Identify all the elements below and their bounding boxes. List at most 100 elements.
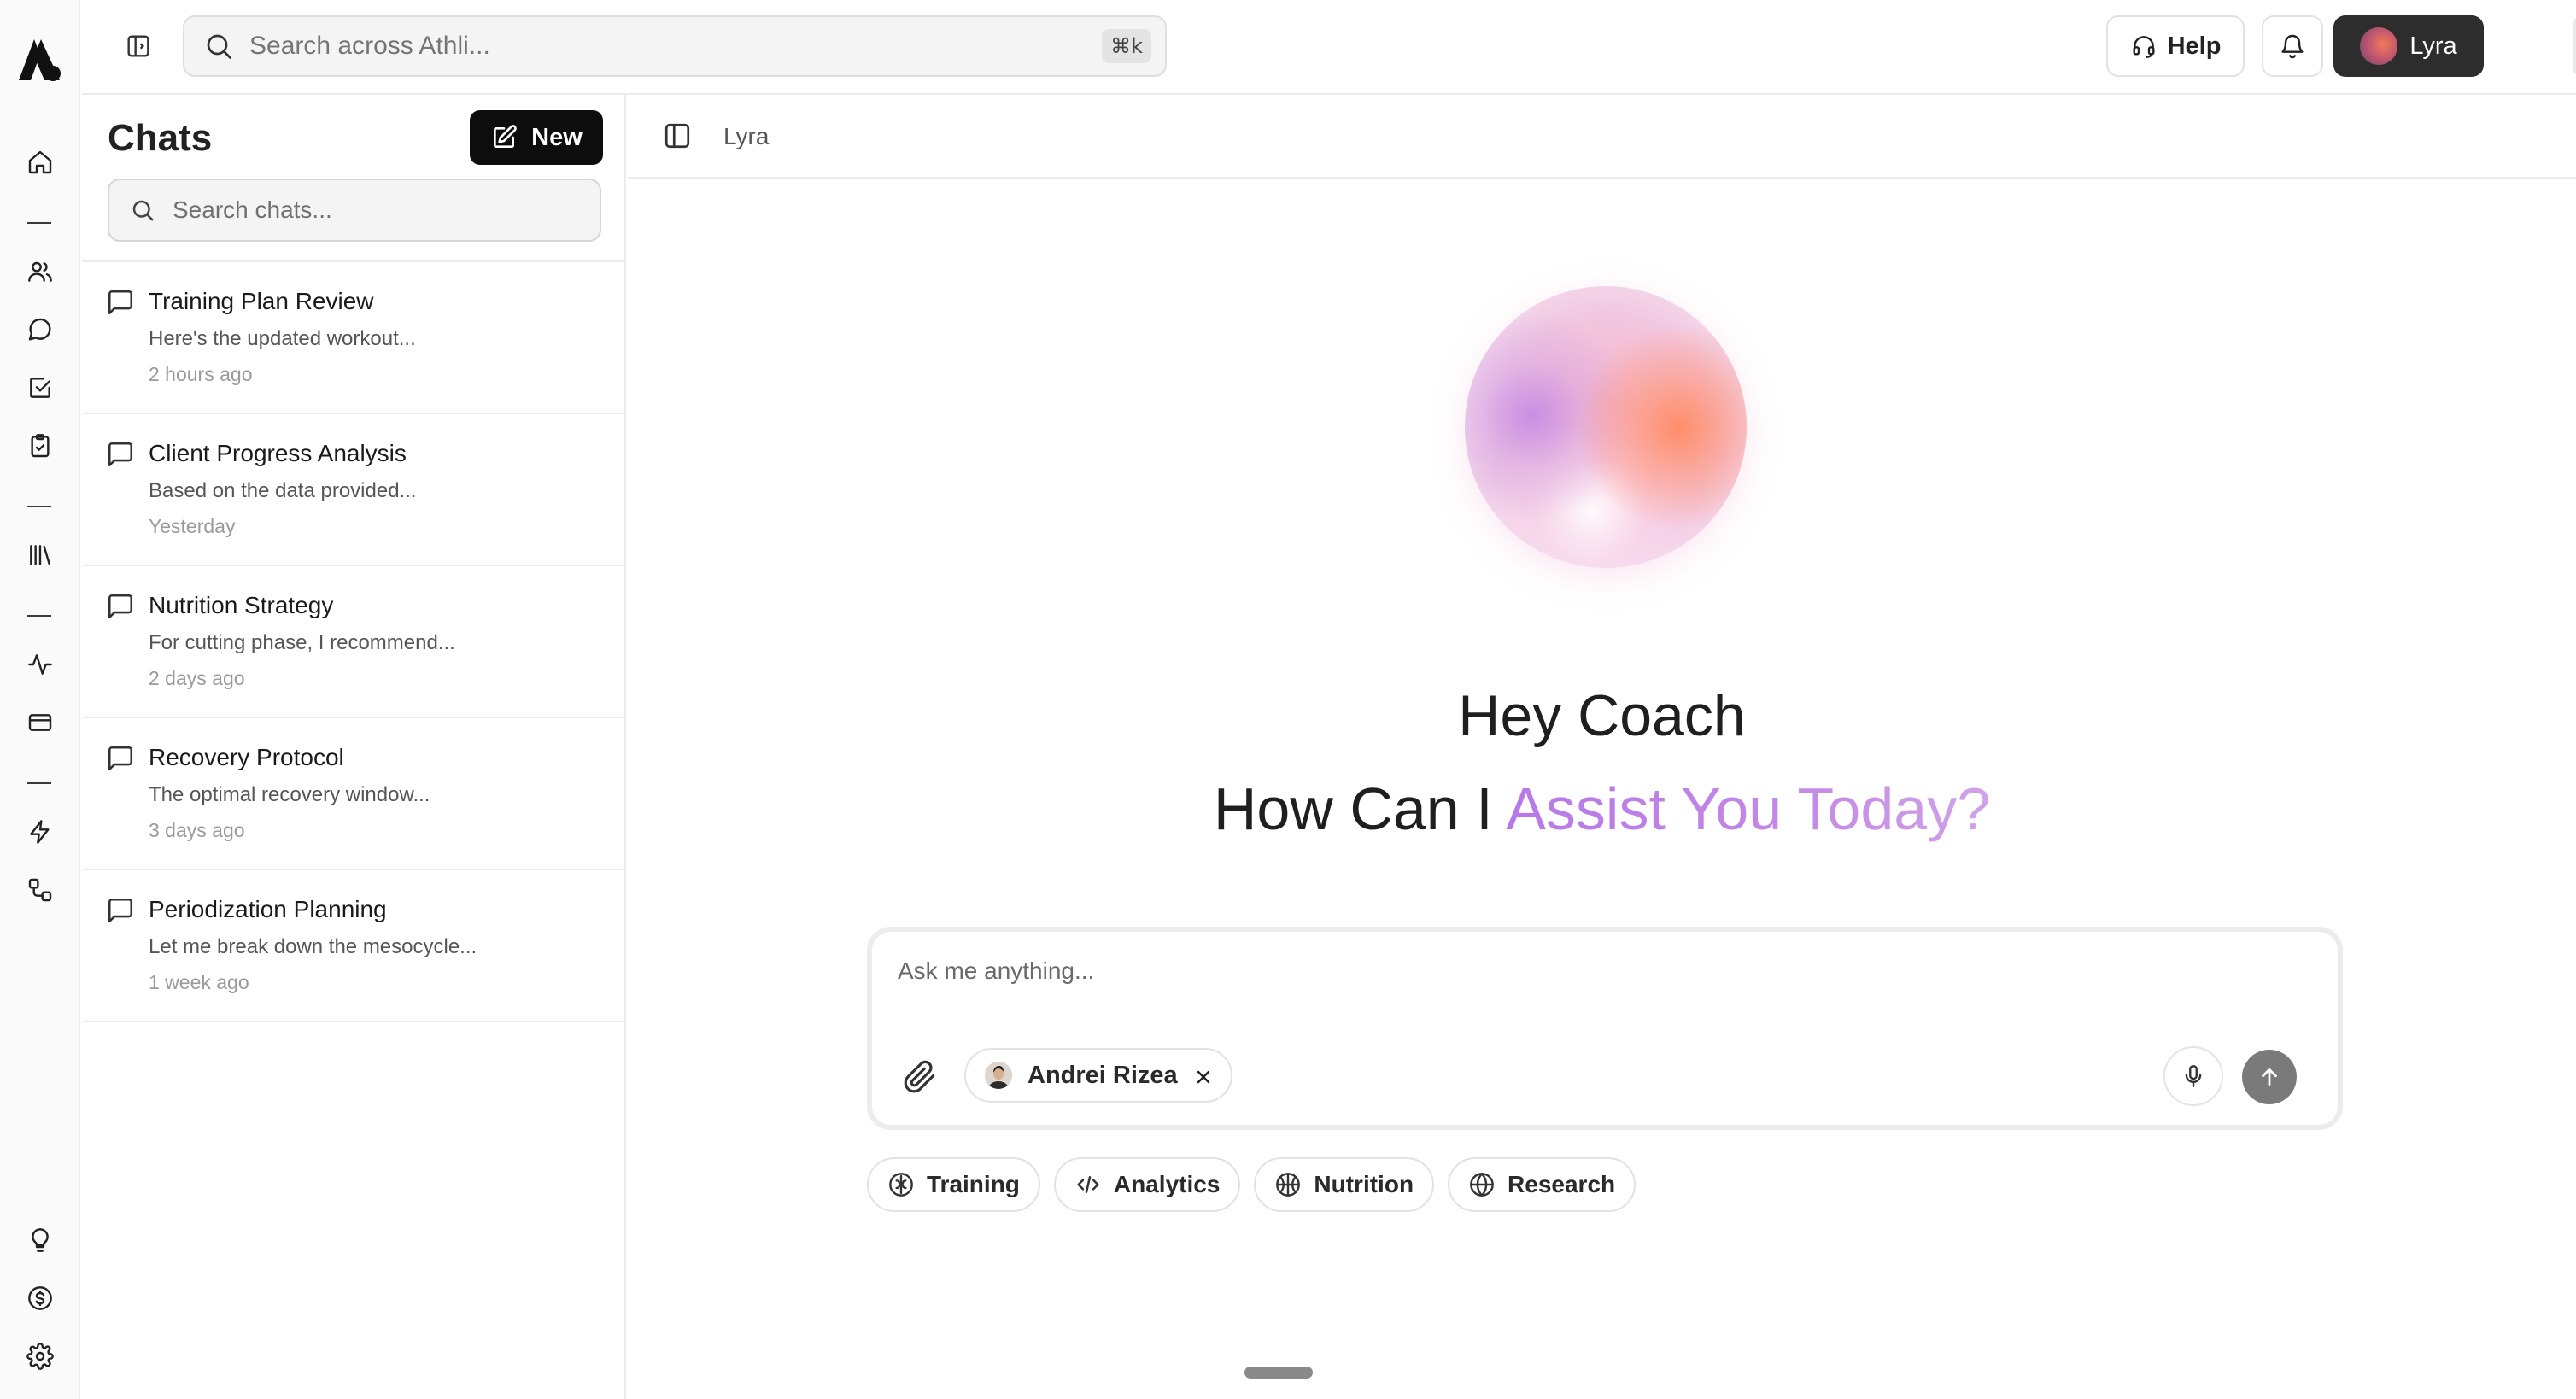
rail-divider bbox=[27, 782, 51, 784]
help-label: Help bbox=[2167, 32, 2222, 60]
chat-preview: Here's the updated workout... bbox=[149, 327, 416, 350]
chat-search-input[interactable] bbox=[173, 196, 600, 224]
lyra-assistant-button[interactable]: Lyra bbox=[2333, 15, 2484, 77]
mention-avatar bbox=[985, 1062, 1012, 1089]
check-square-icon[interactable] bbox=[20, 367, 61, 408]
panel-toggle-icon[interactable] bbox=[662, 120, 693, 151]
chat-timestamp: 2 hours ago bbox=[149, 363, 253, 385]
chat-search-box[interactable] bbox=[108, 179, 601, 242]
quick-actions: Training Analytics Nutrition Research bbox=[867, 1157, 1636, 1212]
lyra-orb-graphic bbox=[1465, 286, 1747, 568]
chat-timestamp: 2 days ago bbox=[149, 667, 245, 689]
globe-icon bbox=[1470, 1172, 1494, 1197]
quick-action-research[interactable]: Research bbox=[1448, 1157, 1636, 1212]
activity-icon[interactable] bbox=[20, 644, 61, 685]
chat-list-item[interactable]: Periodization Planning Let me break down… bbox=[82, 870, 624, 1022]
rail-divider bbox=[27, 222, 51, 224]
mention-name: Andrei Rizea bbox=[1027, 1061, 1178, 1089]
quick-action-label: Training bbox=[927, 1171, 1020, 1197]
chat-preview: Let me break down the mesocycle... bbox=[149, 935, 477, 958]
chat-preview: For cutting phase, I recommend... bbox=[149, 631, 455, 654]
quick-action-analytics[interactable]: Analytics bbox=[1053, 1157, 1241, 1212]
brain-icon bbox=[889, 1173, 913, 1197]
microphone-icon bbox=[2185, 1064, 2202, 1088]
notifications-button[interactable] bbox=[2262, 15, 2323, 77]
close-icon[interactable] bbox=[1193, 1067, 1214, 1087]
main-header: Lyra bbox=[628, 95, 2576, 179]
chat-title: Recovery Protocol bbox=[149, 744, 344, 770]
home-icon[interactable] bbox=[20, 142, 61, 183]
quick-action-label: Analytics bbox=[1113, 1171, 1221, 1197]
basketball-icon bbox=[1276, 1173, 1301, 1197]
chat-list-item[interactable]: Client Progress Analysis Based on the da… bbox=[82, 414, 624, 566]
chat-list-item[interactable]: Nutrition Strategy For cutting phase, I … bbox=[82, 566, 624, 718]
app-logo-icon[interactable] bbox=[15, 36, 65, 84]
greeting-prefix: How Can I bbox=[1213, 776, 1507, 842]
bell-icon bbox=[2281, 34, 2304, 59]
zap-icon[interactable] bbox=[20, 811, 61, 852]
chat-list-item[interactable]: Recovery Protocol The optimal recovery w… bbox=[82, 718, 624, 870]
chat-title: Periodization Planning bbox=[149, 896, 387, 922]
message-square-icon bbox=[108, 442, 133, 467]
assistant-main: Lyra Hey Coach How Can I Assist You Toda… bbox=[628, 95, 2576, 1399]
message-square-icon bbox=[108, 594, 133, 619]
message-input[interactable] bbox=[898, 957, 2179, 1005]
quick-action-nutrition[interactable]: Nutrition bbox=[1254, 1157, 1435, 1212]
message-circle-icon[interactable] bbox=[20, 309, 61, 350]
icon-rail bbox=[0, 0, 80, 1399]
message-square-icon bbox=[108, 290, 133, 315]
mention-chip[interactable]: Andrei Rizea bbox=[964, 1048, 1232, 1103]
message-composer: Andrei Rizea bbox=[867, 927, 2343, 1130]
chat-title: Nutrition Strategy bbox=[149, 592, 334, 618]
search-icon bbox=[207, 34, 231, 59]
users-icon[interactable] bbox=[20, 251, 61, 292]
help-button[interactable]: Help bbox=[2106, 15, 2245, 77]
chats-title: Chats bbox=[108, 117, 213, 159]
edit-icon bbox=[494, 125, 517, 148]
rail-divider bbox=[27, 506, 51, 507]
chat-title: Client Progress Analysis bbox=[149, 440, 407, 466]
rail-divider bbox=[27, 615, 51, 617]
user-avatar[interactable] bbox=[2573, 15, 2576, 77]
resize-handle[interactable] bbox=[1244, 1367, 1313, 1379]
arrow-up-icon bbox=[2262, 1068, 2277, 1086]
credit-card-icon[interactable] bbox=[20, 702, 61, 743]
chat-list: Training Plan Review Here's the updated … bbox=[82, 260, 624, 1022]
chat-preview: Based on the data provided... bbox=[149, 479, 417, 502]
paperclip-icon[interactable] bbox=[903, 1060, 937, 1094]
sidebar-toggle-icon[interactable] bbox=[120, 27, 157, 65]
message-square-icon bbox=[108, 898, 133, 923]
chat-timestamp: Yesterday bbox=[149, 515, 236, 537]
greeting-subtitle: How Can I Assist You Today? bbox=[628, 775, 2576, 843]
lightbulb-icon[interactable] bbox=[20, 1220, 61, 1261]
clipboard-check-icon[interactable] bbox=[20, 425, 61, 466]
breadcrumb: Lyra bbox=[723, 123, 770, 149]
chat-timestamp: 3 days ago bbox=[149, 819, 245, 841]
chat-title: Training Plan Review bbox=[149, 288, 374, 314]
new-chat-button[interactable]: New bbox=[470, 110, 603, 165]
new-chat-label: New bbox=[531, 123, 583, 151]
quick-action-label: Research bbox=[1508, 1171, 1616, 1197]
greeting-title: Hey Coach bbox=[1458, 683, 1746, 748]
top-bar: ⌘k Help Lyra bbox=[82, 0, 2576, 95]
dollar-circle-icon[interactable] bbox=[20, 1278, 61, 1319]
chats-panel: Chats New Training Plan Review Here's th… bbox=[82, 95, 626, 1399]
quick-action-label: Nutrition bbox=[1314, 1171, 1414, 1197]
message-square-icon bbox=[108, 746, 133, 771]
global-search-box[interactable]: ⌘k bbox=[183, 15, 1167, 77]
headset-icon bbox=[2133, 36, 2155, 58]
chat-preview: The optimal recovery window... bbox=[149, 783, 430, 806]
search-icon bbox=[132, 200, 154, 221]
greeting-accent: Assist You Today? bbox=[1506, 776, 1991, 842]
library-icon[interactable] bbox=[20, 535, 61, 576]
quick-action-training[interactable]: Training bbox=[867, 1157, 1040, 1212]
settings-gear-icon[interactable] bbox=[20, 1336, 61, 1377]
lyra-orb-icon bbox=[2360, 27, 2398, 65]
search-shortcut-badge: ⌘k bbox=[1102, 29, 1151, 63]
chat-list-item[interactable]: Training Plan Review Here's the updated … bbox=[82, 262, 624, 414]
code-icon bbox=[1077, 1176, 1099, 1193]
send-button[interactable] bbox=[2242, 1050, 2297, 1104]
voice-input-button[interactable] bbox=[2163, 1046, 2223, 1106]
global-search-input[interactable] bbox=[249, 32, 1103, 61]
workflow-icon[interactable] bbox=[20, 869, 61, 910]
